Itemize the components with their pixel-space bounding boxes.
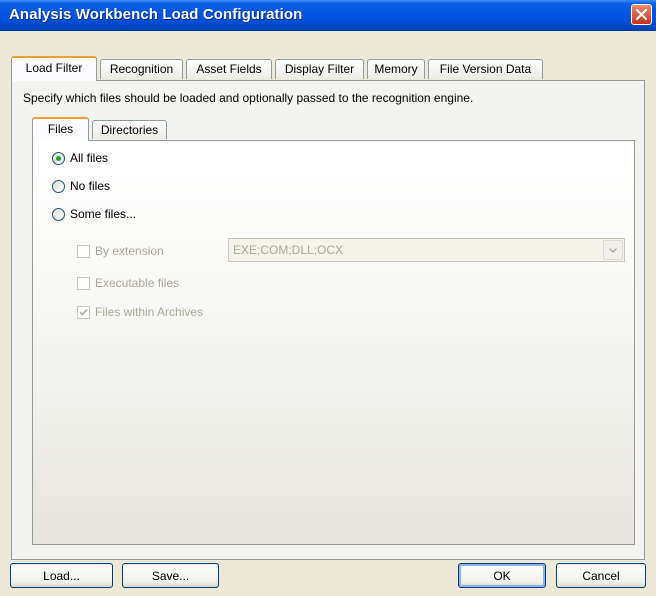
tab-memory[interactable]: Memory bbox=[367, 59, 425, 79]
radio-unselected-icon bbox=[52, 207, 65, 221]
close-icon bbox=[636, 9, 647, 20]
tab-display-filter[interactable]: Display Filter bbox=[275, 59, 364, 79]
extension-value: EXE;COM;DLL;OCX bbox=[233, 243, 344, 257]
window-title: Analysis Workbench Load Configuration bbox=[9, 6, 303, 23]
close-button[interactable] bbox=[631, 4, 652, 25]
radio-some-files[interactable]: Some files... bbox=[52, 207, 136, 221]
radio-no-files[interactable]: No files bbox=[52, 179, 110, 193]
checkbox-files-within-archives[interactable]: Files within Archives bbox=[77, 305, 203, 319]
checkbox-by-extension[interactable]: By extension bbox=[77, 244, 164, 258]
checkbox-checked-icon bbox=[77, 305, 90, 319]
files-panel bbox=[32, 140, 635, 545]
radio-all-files[interactable]: All files bbox=[52, 151, 108, 165]
tab-recognition[interactable]: Recognition bbox=[100, 59, 183, 79]
dropdown-arrow-icon[interactable] bbox=[603, 240, 623, 260]
ok-button[interactable]: OK bbox=[458, 563, 546, 588]
tab-files[interactable]: Files bbox=[32, 117, 89, 141]
title-bar: Analysis Workbench Load Configuration bbox=[0, 0, 656, 31]
checkbox-unchecked-icon bbox=[77, 276, 90, 290]
tab-load-filter[interactable]: Load Filter bbox=[11, 56, 97, 81]
radio-unselected-icon bbox=[52, 179, 65, 193]
tab-asset-fields[interactable]: Asset Fields bbox=[186, 59, 272, 79]
cancel-button[interactable]: Cancel bbox=[556, 563, 646, 588]
tab-file-version-data[interactable]: File Version Data bbox=[428, 59, 543, 79]
save-button[interactable]: Save... bbox=[122, 563, 219, 588]
checkbox-unchecked-icon bbox=[77, 244, 90, 258]
description-text: Specify which files should be loaded and… bbox=[23, 91, 474, 105]
tab-directories[interactable]: Directories bbox=[92, 120, 167, 139]
load-button[interactable]: Load... bbox=[10, 563, 113, 588]
checkbox-executable-files[interactable]: Executable files bbox=[77, 276, 179, 290]
radio-selected-icon bbox=[52, 151, 65, 165]
extension-combo[interactable]: EXE;COM;DLL;OCX bbox=[228, 238, 625, 262]
